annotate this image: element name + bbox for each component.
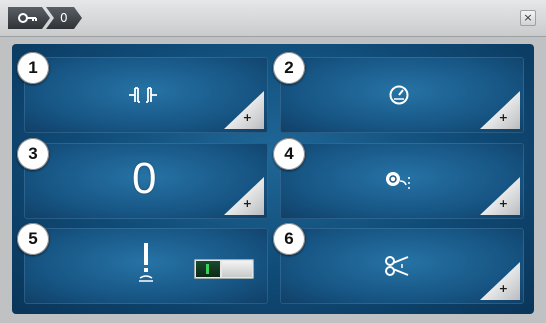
toggle-knob (196, 261, 220, 277)
breadcrumb: 0 (8, 7, 82, 29)
key-icon (18, 9, 38, 31)
tile-number-badge: 3 (17, 138, 49, 170)
thread-tension-icon (384, 169, 414, 195)
adjust-corner-button[interactable]: + (224, 91, 264, 129)
tile-stitch-setting[interactable]: 1 + (17, 52, 268, 133)
tile-thread-setting[interactable]: 4 + (273, 138, 524, 219)
tile-number-badge: 5 (17, 223, 49, 255)
breadcrumb-item-value[interactable]: 0 (46, 7, 82, 29)
tile-number-badge: 6 (273, 223, 305, 255)
tile-number-badge: 4 (273, 138, 305, 170)
stitch-length-icon (128, 85, 158, 109)
tile-value-setting[interactable]: 3 0 + (17, 138, 268, 219)
adjust-corner-button[interactable]: + (480, 177, 520, 215)
title-bar: 0 × (0, 0, 546, 37)
toggle-track (222, 261, 252, 277)
breadcrumb-item-security[interactable] (8, 7, 50, 29)
speed-gauge-icon (388, 84, 410, 110)
tile-needle-stop-setting[interactable]: 5 (17, 223, 268, 304)
tile-speed-setting[interactable]: 2 + (273, 52, 524, 133)
adjust-corner-button[interactable]: + (224, 177, 264, 215)
needle-stop-icon (136, 242, 156, 288)
adjust-corner-button[interactable]: + (480, 262, 520, 300)
close-icon: × (523, 11, 533, 24)
close-button[interactable]: × (520, 10, 536, 26)
tile-number-badge: 2 (273, 52, 305, 84)
tile-number-badge: 1 (17, 52, 49, 84)
needle-stop-toggle[interactable] (194, 259, 254, 279)
adjust-corner-button[interactable]: + (480, 91, 520, 129)
tile-thread-cutter-setting[interactable]: 6 + (273, 223, 524, 304)
setting-value: 0 (132, 154, 157, 203)
scissors-icon (384, 254, 412, 282)
